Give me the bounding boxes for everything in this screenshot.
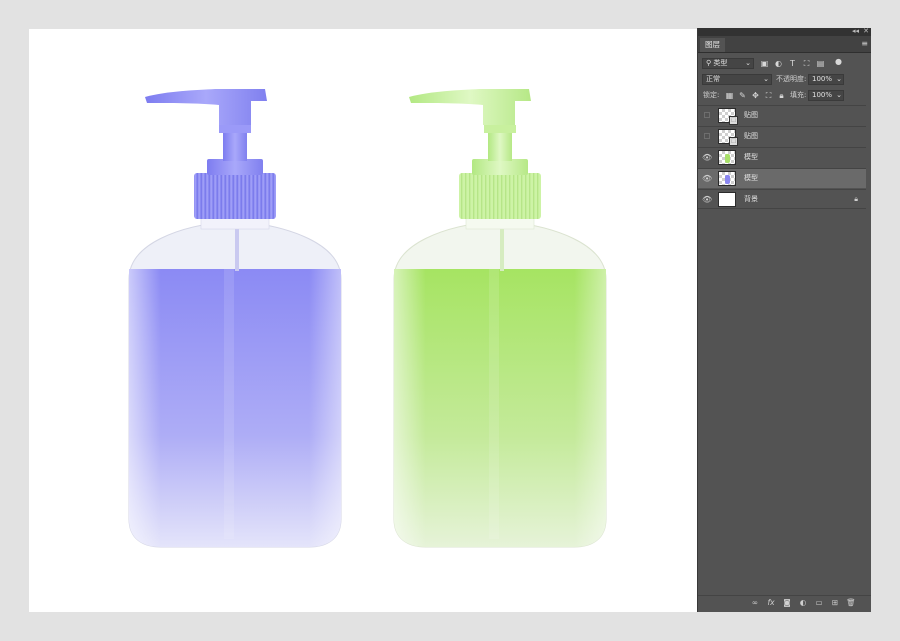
purple-bottle: [128, 89, 342, 548]
filter-type-icon[interactable]: T: [788, 59, 797, 68]
fill-value: 100%: [812, 91, 833, 99]
eye-icon[interactable]: 👁︎: [702, 153, 712, 162]
layer-thumbnail: ⬚: [718, 129, 738, 146]
close-icon[interactable]: ✕: [863, 27, 869, 35]
blend-mode-select[interactable]: 正常 ⌄: [702, 74, 772, 85]
filter-row: ⚲ 类型 ⌄ ▣ ◐ T ⛶ ▤ ●: [698, 57, 871, 71]
smart-object-icon: ⬚: [729, 137, 738, 146]
chevron-down-icon: ⌄: [836, 75, 842, 83]
new-layer-icon[interactable]: ⊞: [830, 598, 840, 608]
lock-icon: 🔒︎: [854, 195, 858, 203]
layer-thumbnail: [718, 192, 736, 207]
tab-layers[interactable]: 图层: [700, 38, 725, 52]
layer-row[interactable]: ⬚ 贴图: [698, 126, 866, 146]
green-bottle: [393, 89, 607, 548]
add-mask-icon[interactable]: ◙: [782, 598, 792, 608]
bottle-thumbnail-purple: [725, 175, 730, 184]
filter-pixel-icon[interactable]: ▣: [760, 59, 769, 68]
collapse-icon[interactable]: ◂◂: [852, 27, 859, 35]
layer-name[interactable]: 背景: [744, 195, 758, 204]
panel-tab-row: 图层 ≡: [698, 36, 871, 53]
visibility-toggle[interactable]: [704, 112, 710, 118]
folder-icon[interactable]: ▭: [814, 598, 824, 608]
lock-image-icon[interactable]: ✎: [738, 91, 747, 100]
lock-position-icon[interactable]: ✥: [751, 91, 760, 100]
search-icon: ⚲: [706, 59, 712, 67]
fill-label: 填充:: [790, 91, 807, 99]
layer-thumbnail: [718, 171, 736, 186]
layer-row[interactable]: 👁︎ 模型: [698, 147, 866, 167]
layer-name[interactable]: 模型: [744, 174, 758, 183]
lock-artboard-icon[interactable]: ⛶: [764, 91, 773, 100]
blend-row: 正常 ⌄ 不透明度: 100% ⌄: [698, 73, 871, 87]
opacity-input[interactable]: 100% ⌄: [808, 74, 844, 85]
chevron-down-icon: ⌄: [745, 59, 751, 67]
filter-smart-object-icon[interactable]: ▤: [816, 59, 825, 68]
layer-name[interactable]: 模型: [744, 153, 758, 162]
chevron-down-icon: ⌄: [836, 91, 842, 99]
link-layers-icon[interactable]: ∞: [750, 598, 760, 608]
layer-thumbnail: ⬚: [718, 108, 738, 125]
eye-icon[interactable]: 👁︎: [702, 174, 712, 183]
layers-panel: ◂◂ ✕ 图层 ≡ ⚲ 类型 ⌄ ▣ ◐ T ⛶ ▤ ● 正常 ⌄ 不透明度: …: [697, 27, 871, 612]
canvas-artwork: [128, 89, 607, 548]
layer-thumbnail: [718, 150, 736, 165]
fx-icon[interactable]: fx: [766, 598, 776, 608]
layer-name[interactable]: 贴图: [744, 111, 758, 120]
filter-shape-icon[interactable]: ⛶: [802, 59, 811, 68]
smart-object-icon: ⬚: [729, 116, 738, 125]
filter-toggle-icon[interactable]: ●: [834, 57, 843, 66]
layer-row[interactable]: 👁︎ 背景 🔒︎: [698, 189, 866, 209]
filter-kind-select[interactable]: ⚲ 类型 ⌄: [702, 58, 754, 69]
filter-adjustment-icon[interactable]: ◐: [774, 59, 783, 68]
bottle-thumbnail-green: [725, 154, 730, 163]
fill-input[interactable]: 100% ⌄: [808, 90, 844, 101]
panel-footer: ∞ fx ◙ ◐ ▭ ⊞ 🗑︎: [698, 595, 871, 610]
chevron-down-icon: ⌄: [763, 75, 769, 83]
filter-kind-value: 类型: [713, 59, 728, 67]
visibility-toggle[interactable]: [704, 133, 710, 139]
document-canvas[interactable]: [29, 29, 697, 612]
trash-icon[interactable]: 🗑︎: [846, 598, 856, 608]
lock-all-icon[interactable]: 🔒︎: [777, 91, 786, 100]
opacity-value: 100%: [812, 75, 833, 83]
panel-menu-icon[interactable]: ≡: [861, 39, 868, 48]
layer-row[interactable]: ⬚ 贴图: [698, 105, 866, 125]
lock-label: 锁定:: [703, 91, 720, 99]
panel-top-strip: ◂◂ ✕: [698, 27, 871, 36]
blend-mode-value: 正常: [706, 75, 720, 83]
eye-icon[interactable]: 👁︎: [702, 195, 712, 204]
layer-name[interactable]: 贴图: [744, 132, 758, 141]
opacity-label: 不透明度:: [776, 75, 807, 83]
adjustment-layer-icon[interactable]: ◐: [798, 598, 808, 608]
lock-row: 锁定: ▦ ✎ ✥ ⛶ 🔒︎ 填充: 100% ⌄: [698, 89, 871, 103]
layer-row-selected[interactable]: 👁︎ 模型: [698, 168, 866, 188]
lock-transparent-icon[interactable]: ▦: [725, 91, 734, 100]
